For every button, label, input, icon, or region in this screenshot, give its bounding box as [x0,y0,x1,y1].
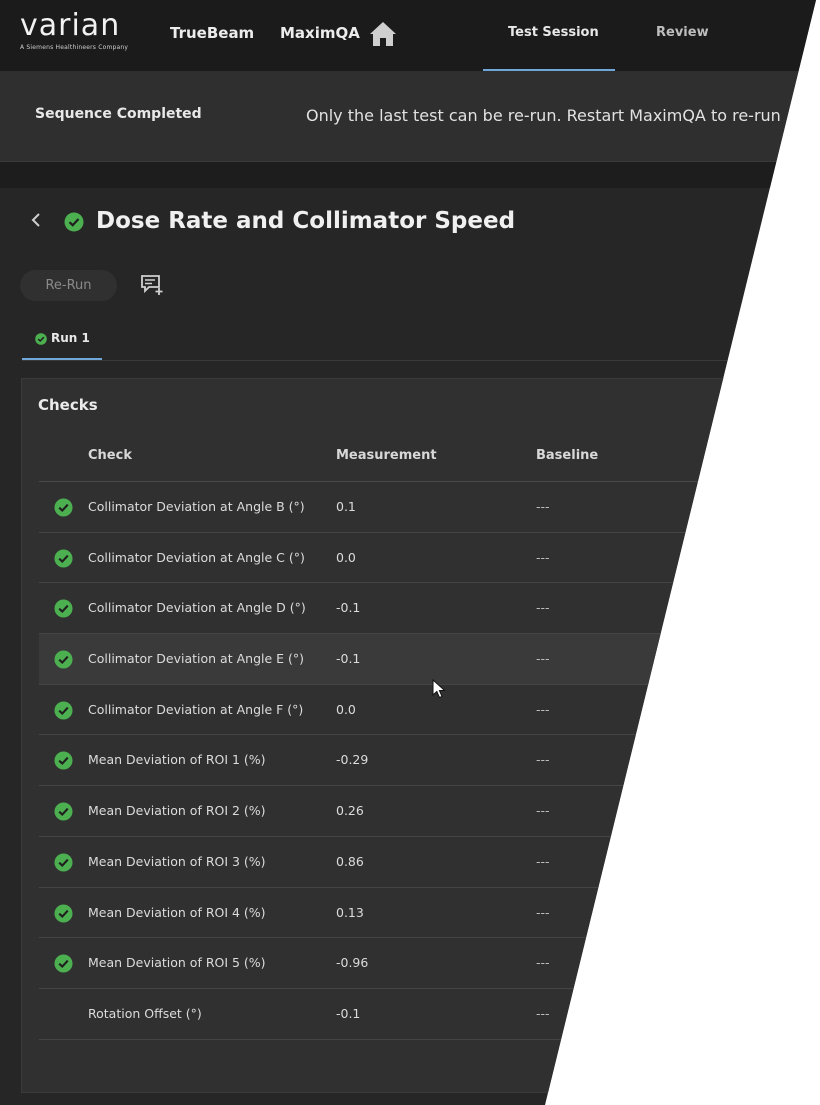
table-row[interactable]: Mean Deviation of ROI 4 (%) 0.13 --- [39,888,779,939]
checks-panel: Checks Check Measurement Baseline Collim… [21,378,801,1093]
rerun-button[interactable]: Re-Run [20,270,117,301]
varian-logo: varian A Siemens Healthineers Company [20,8,129,52]
cell-check-name: Collimator Deviation at Angle C (°) [88,549,305,565]
back-chevron-icon[interactable] [28,210,44,230]
cell-baseline: --- [536,651,550,667]
cell-check-name: Mean Deviation of ROI 5 (%) [88,955,266,971]
check-circle-icon [35,333,47,345]
table-row[interactable]: Mean Deviation of ROI 1 (%) -0.29 --- [39,735,779,787]
cell-check-name: Mean Deviation of ROI 1 (%) [88,752,266,768]
cell-measurement: 0.0 [336,549,356,565]
column-header-measurement[interactable]: Measurement [336,448,437,463]
check-circle-icon [54,701,73,720]
cell-measurement: 0.0 [336,701,356,717]
table-row[interactable]: Mean Deviation of ROI 2 (%) 0.26 --- [39,786,779,837]
tab-run-1[interactable]: Run 1 [22,328,102,360]
home-icon[interactable] [369,20,397,48]
top-navigation: varian A Siemens Healthineers Company Tr… [0,0,816,72]
column-header-check[interactable]: Check [88,448,132,463]
cell-baseline: --- [536,549,550,565]
table-row[interactable]: Collimator Deviation at Angle D (°) -0.1 -… [39,583,779,635]
check-circle-icon [64,212,84,232]
logo-tagline: A Siemens Healthineers Company [20,44,129,51]
cell-check-name: Mean Deviation of ROI 2 (%) [88,803,266,819]
tab-divider [22,360,816,361]
table-row[interactable]: Collimator Deviation at Angle B (°) 0.1 --… [39,482,779,533]
cell-check-name: Collimator Deviation at Angle D (°) [88,600,306,616]
cell-measurement: -0.96 [336,955,369,971]
cell-baseline: --- [536,499,550,514]
cell-check-name: Mean Deviation of ROI 3 (%) [88,853,266,869]
cell-baseline: --- [536,1005,550,1021]
run-tab-label: Run 1 [51,331,90,345]
check-circle-icon [54,853,73,872]
tab-review[interactable]: Review [656,25,709,40]
cell-baseline: --- [536,904,550,920]
check-circle-icon [54,954,73,973]
cell-measurement: 0.86 [336,853,364,869]
app-screen: varian A Siemens Healthineers Company Tr… [0,0,816,1105]
table-row[interactable]: Mean Deviation of ROI 3 (%) 0.86 --- [39,837,779,888]
table-row[interactable]: Rotation Offset (°) -0.1 --- [39,989,779,1040]
status-banner: Sequence Completed Only the last test ca… [0,72,816,162]
cell-measurement: 0.26 [336,803,364,819]
check-circle-icon [54,802,73,821]
cell-measurement: -0.1 [336,651,361,667]
cell-baseline: --- [536,803,550,819]
cell-check-name: Collimator Deviation at Angle B (°) [88,499,305,514]
check-circle-icon [54,599,73,618]
check-circle-icon [54,549,73,568]
test-title: Dose Rate and Collimator Speed [96,208,516,234]
checks-table-body: Collimator Deviation at Angle B (°) 0.1 --… [39,482,779,1040]
table-row[interactable]: Collimator Deviation at Angle E (°) -0.1 -… [39,634,779,685]
cell-baseline: --- [536,955,550,971]
cell-baseline: --- [536,752,550,768]
cell-baseline: --- [536,701,550,717]
column-header-baseline[interactable]: Baseline [536,448,598,463]
cell-measurement: -0.29 [336,752,369,768]
tab-test-session[interactable]: Test Session [508,25,599,40]
checks-title: Checks [38,396,98,414]
mouse-cursor-icon [432,679,446,699]
cell-check-name: Mean Deviation of ROI 4 (%) [88,904,266,920]
cell-baseline: --- [536,853,550,869]
cell-baseline: --- [536,600,550,616]
table-row[interactable]: Collimator Deviation at Angle C (°) 0.0 --… [39,533,779,584]
cell-measurement: 0.1 [336,499,356,514]
cell-check-name: Collimator Deviation at Angle E (°) [88,651,305,667]
active-tab-indicator [483,69,615,71]
cell-measurement: -0.1 [336,600,361,616]
table-row[interactable]: Mean Deviation of ROI 5 (%) -0.96 --- [39,938,779,989]
nav-maximqa[interactable]: MaximQA [280,24,360,42]
check-circle-icon [54,751,73,770]
section-gap [0,162,816,188]
banner-title: Sequence Completed [35,106,202,122]
check-circle-icon [54,498,73,517]
banner-message: Only the last test can be re-run. Restar… [306,106,781,125]
cell-check-name: Collimator Deviation at Angle F (°) [88,701,304,717]
check-circle-icon [54,903,73,923]
table-row[interactable]: Collimator Deviation at Angle F (°) 0.0 --… [39,685,779,736]
logo-wordmark: varian [20,8,121,43]
check-circle-icon [54,650,73,669]
cell-measurement: 0.13 [336,904,364,920]
comment-add-icon[interactable] [140,274,164,296]
nav-truebeam[interactable]: TrueBeam [170,24,254,42]
cell-check-name: Rotation Offset (°) [88,1005,202,1021]
cell-measurement: -0.1 [336,1005,361,1021]
